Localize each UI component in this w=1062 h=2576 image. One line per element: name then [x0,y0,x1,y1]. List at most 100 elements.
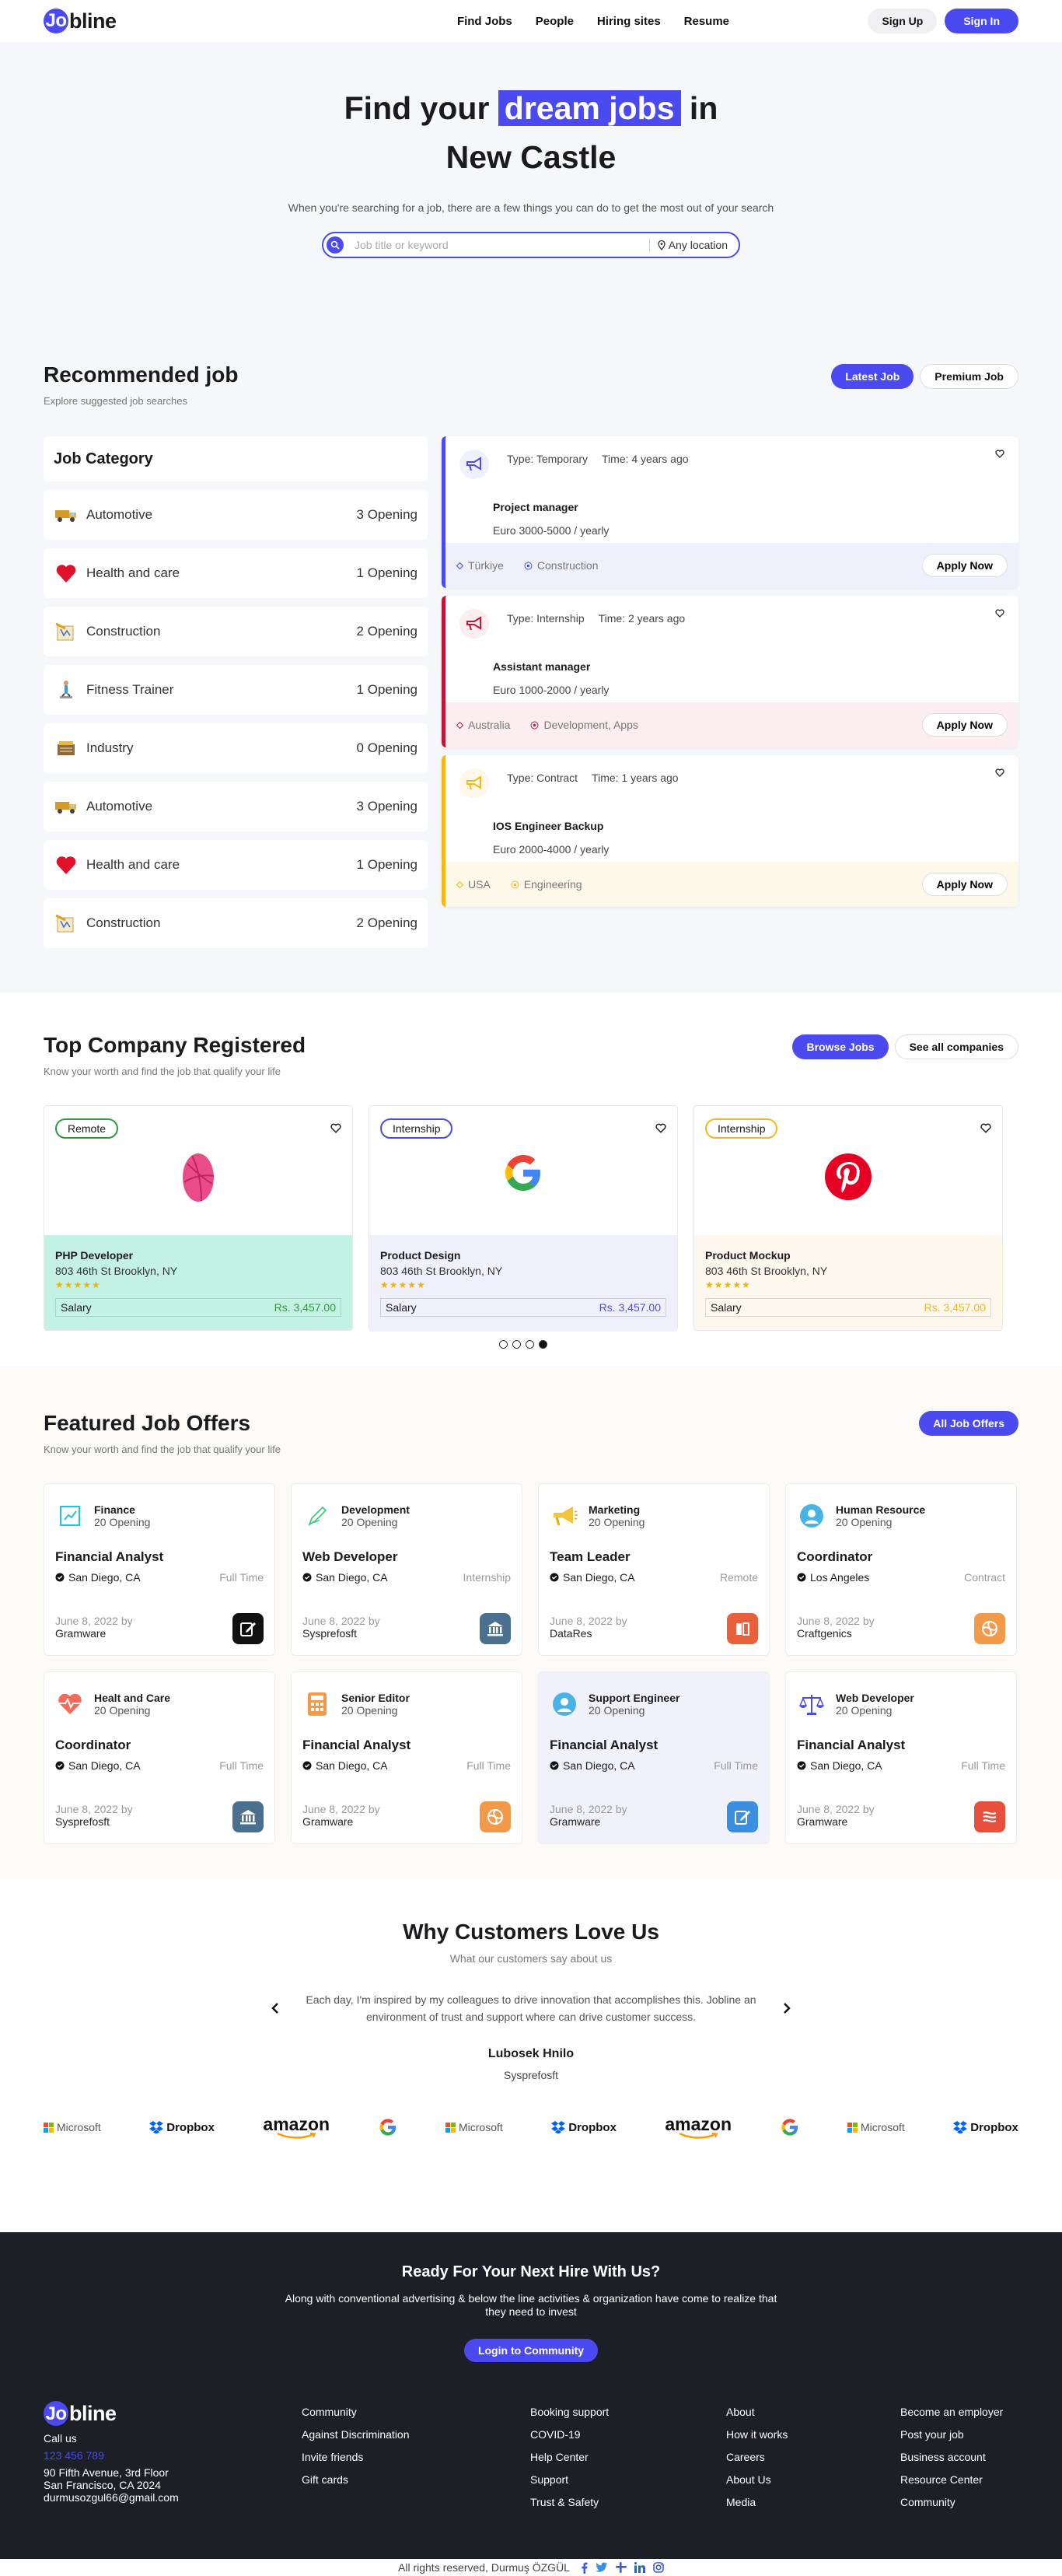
footer-link[interactable]: Business account [900,2446,1003,2469]
nav-resume[interactable]: Resume [684,15,729,28]
category-item[interactable]: Health and care 1 Opening [44,840,428,890]
footer-link[interactable]: Community [302,2401,530,2424]
company-card[interactable]: Internship Product Mockup 803 46th St Br… [693,1105,1003,1331]
featured-job-card[interactable]: Finance 20 Opening Financial Analyst San Di… [44,1483,275,1656]
featured-job-card[interactable]: Healt and Care 20 Opening Coordinator San D… [44,1671,275,1844]
company-card[interactable]: Internship Product Design 803 46th St Br… [369,1105,678,1349]
nav-people[interactable]: People [536,15,574,28]
signin-button[interactable]: Sign In [945,9,1018,33]
footer-link[interactable]: Gift cards [302,2469,530,2491]
featured-job-card[interactable]: Support Engineer 20 Opening Financial Anal… [538,1671,770,1844]
featured-job-card[interactable]: Web Developer 20 Opening Financial Analyst… [785,1671,1017,1844]
job-openings: 20 Opening [836,1516,893,1528]
job-card[interactable]: Type: Contract Time: 1 years ago IOS Engi… [442,755,1018,907]
company-name[interactable]: Craftgenics [797,1627,875,1640]
company-name[interactable]: Gramware [302,1815,380,1828]
footer-link[interactable]: Trust & Safety [530,2491,726,2514]
logo-mark: Jo [44,2401,68,2426]
company-name[interactable]: Sysprefosft [55,1815,133,1828]
footer-link[interactable]: COVID-19 [530,2424,726,2446]
footer-link[interactable]: Help Center [530,2446,726,2469]
see-all-companies-button[interactable]: See all companies [894,1034,1018,1059]
location-selector[interactable]: Any location [648,239,735,251]
email-link[interactable]: durmusozgul66@gmail.com [44,2491,302,2504]
edit-icon[interactable] [232,1613,264,1644]
featured-job-card[interactable]: Marketing 20 Opening Team Leader San Diego,… [538,1483,770,1656]
slack-icon[interactable] [615,2561,627,2574]
job-card[interactable]: Type: Internship Time: 2 years ago Assist… [442,596,1018,747]
browse-jobs-button[interactable]: Browse Jobs [792,1034,889,1059]
favorite-heart-icon[interactable] [995,609,1004,618]
category-item[interactable]: Fitness Trainer 1 Opening [44,665,428,715]
company-name[interactable]: Gramware [55,1627,133,1640]
footer-link[interactable]: Post your job [900,2424,1003,2446]
facebook-icon[interactable] [581,2562,588,2574]
category-item[interactable]: Health and care 1 Opening [44,548,428,598]
all-job-offers-button[interactable]: All Job Offers [919,1411,1018,1436]
bank-icon[interactable] [232,1801,264,1832]
carousel-dot-active[interactable] [539,1340,547,1349]
company-card[interactable]: Remote PHP Developer 803 46th St Brookly… [44,1105,353,1331]
footer-link[interactable]: Support [530,2469,726,2491]
company-name[interactable]: Sysprefosft [302,1627,380,1640]
chevron-left-icon[interactable] [271,2002,279,2014]
linkedin-icon[interactable] [634,2561,645,2574]
favorite-heart-icon[interactable] [655,1123,666,1133]
category-item[interactable]: Automotive 3 Opening [44,490,428,540]
site-logo[interactable]: Jo bline [44,9,117,33]
footer-link[interactable]: Against Discrimination [302,2424,530,2446]
apply-now-button[interactable]: Apply Now [921,873,1008,896]
favorite-heart-icon[interactable] [330,1123,341,1133]
waves-icon[interactable] [974,1801,1005,1832]
swirl-icon[interactable] [480,1801,511,1832]
footer-link[interactable]: Resource Center [900,2469,1003,2491]
chevron-right-icon[interactable] [783,2002,791,2014]
featured-job-card[interactable]: Development 20 Opening Web Developer San Di… [291,1483,522,1656]
book-icon[interactable] [727,1613,758,1644]
nav-find-jobs[interactable]: Find Jobs [457,15,512,28]
footer-link[interactable]: Become an employer [900,2401,1003,2424]
footer-link[interactable]: Invite friends [302,2446,530,2469]
category-item[interactable]: Automotive 3 Opening [44,782,428,831]
footer-logo[interactable]: Jo bline [44,2401,302,2426]
favorite-heart-icon[interactable] [995,450,1004,458]
category-item[interactable]: Industry 0 Opening [44,723,428,773]
search-icon[interactable] [327,236,344,254]
footer-link[interactable]: About Us [726,2469,900,2491]
footer-link[interactable]: Media [726,2491,900,2514]
category-item[interactable]: Construction 2 Opening [44,607,428,656]
favorite-heart-icon[interactable] [980,1123,991,1133]
login-community-button[interactable]: Login to Community [463,2339,599,2362]
edit-icon[interactable] [727,1801,758,1832]
phone-link[interactable]: 123 456 789 [44,2449,302,2462]
company-name[interactable]: Gramware [797,1815,875,1828]
carousel-dot[interactable] [499,1340,508,1349]
posted-date-label: June 8, 2022 by [55,1803,133,1815]
tab-premium-job[interactable]: Premium Job [920,364,1018,389]
bank-icon[interactable] [480,1613,511,1644]
footer-link[interactable]: Community [900,2491,1003,2514]
footer-link[interactable]: Booking support [530,2401,726,2424]
search-input[interactable] [344,234,649,256]
category-item[interactable]: Construction 2 Opening [44,898,428,948]
featured-job-card[interactable]: Senior Editor 20 Opening Financial Analyst… [291,1671,522,1844]
footer-link[interactable]: Careers [726,2446,900,2469]
featured-job-card[interactable]: Human Resource 20 Opening Coordinator Los A… [785,1483,1017,1656]
apply-now-button[interactable]: Apply Now [921,554,1008,577]
carousel-dot[interactable] [512,1340,521,1349]
tab-latest-job[interactable]: Latest Job [831,364,914,389]
company-name[interactable]: DataRes [550,1627,627,1640]
apply-now-button[interactable]: Apply Now [921,713,1008,737]
signup-button[interactable]: Sign Up [868,9,938,33]
instagram-icon[interactable] [653,2561,664,2574]
swirl-icon[interactable] [974,1613,1005,1644]
twitter-icon[interactable] [595,2562,608,2574]
carousel-dot[interactable] [526,1340,534,1349]
footer-link[interactable]: About [726,2401,900,2424]
company-name[interactable]: Gramware [550,1815,627,1828]
nav-hiring-sites[interactable]: Hiring sites [597,15,661,28]
job-card[interactable]: Type: Temporary Time: 4 years ago Project… [442,436,1018,588]
call-us-label: Call us [44,2432,77,2445]
footer-link[interactable]: How it works [726,2424,900,2446]
favorite-heart-icon[interactable] [995,768,1004,777]
